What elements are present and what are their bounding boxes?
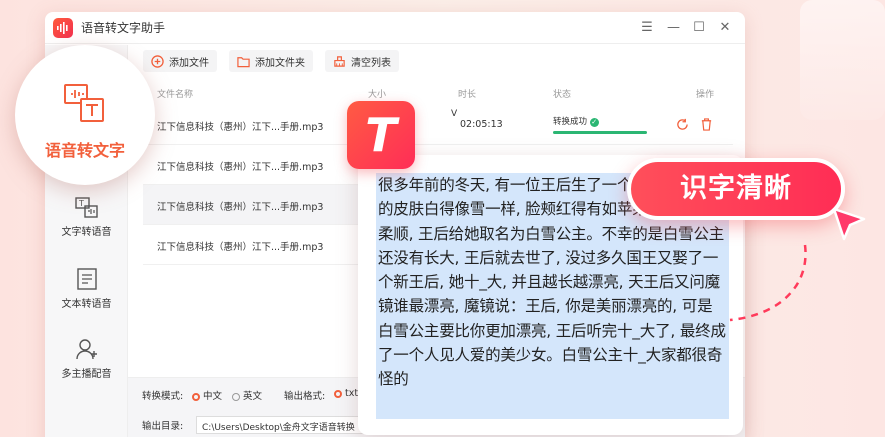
clear-list-label: 清空列表 (351, 57, 391, 69)
sidebar-item-label: 多主播配音 (61, 369, 112, 380)
file-name: 江下信息科技（惠州）江下...手册.mp3 (157, 122, 324, 133)
format-txt-radio[interactable]: txt (334, 388, 358, 399)
speech-to-text-icon (64, 84, 104, 122)
clear-list-button[interactable]: 清空列表 (325, 50, 399, 72)
refresh-icon[interactable] (676, 118, 689, 131)
table-row[interactable]: 江下信息科技（惠州）江下...手册.mp3 V 02:05:13 转换成功 ✓ (143, 105, 733, 145)
trash-icon[interactable] (700, 118, 713, 131)
plus-circle-icon (151, 54, 164, 68)
folder-icon (237, 56, 250, 67)
sidebar-item-label: 文本转语音 (61, 299, 112, 310)
text-to-speech-icon: T (74, 197, 98, 218)
maximize-icon[interactable]: ☐ (693, 20, 705, 35)
clear-recognition-badge: 识字清晰 (627, 158, 845, 220)
sidebar-item-text-to-speech[interactable]: T 文字转语音 (45, 197, 128, 238)
minimize-icon[interactable]: — (667, 20, 680, 35)
app-title: 语音转文字助手 (81, 21, 166, 35)
dir-label: 输出目录: (142, 421, 184, 432)
background-decoration (800, 0, 885, 120)
sidebar-item-multi-voice[interactable]: 多主播配音 (45, 337, 128, 380)
col-name: 文件名称 (157, 90, 194, 100)
col-status: 状态 (553, 90, 572, 100)
file-size: V (451, 109, 458, 119)
col-duration: 时长 (458, 90, 477, 100)
t-logo-icon: T (347, 101, 415, 169)
svg-text:T: T (78, 199, 84, 208)
file-name: 江下信息科技（惠州）江下...手册.mp3 (157, 242, 324, 253)
cursor-arrow-icon (832, 207, 866, 241)
check-icon: ✓ (589, 118, 599, 127)
broom-icon (334, 55, 345, 67)
title-bar: 语音转文字助手 ☰ — ☐ ✕ (45, 12, 745, 44)
table-header: 文件名称 大小 时长 状态 操作 (143, 85, 733, 103)
mode-zh-radio[interactable]: 中文 (192, 388, 222, 402)
close-icon[interactable]: ✕ (719, 20, 731, 35)
file-name: 江下信息科技（惠州）江下...手册.mp3 (157, 202, 324, 213)
sidebar-item-doc-to-speech[interactable]: 文本转语音 (45, 267, 128, 310)
mode-label: 转换模式: (142, 391, 184, 402)
output-dir-input[interactable]: C:\Users\Desktop\金舟文字语音转换 (196, 416, 376, 434)
add-file-button[interactable]: 添加文件 (143, 50, 217, 72)
toolbar: 添加文件 添加文件夹 清空列表 (143, 50, 399, 72)
add-file-label: 添加文件 (169, 57, 209, 69)
col-size: 大小 (368, 90, 387, 100)
menu-icon[interactable]: ☰ (641, 20, 653, 35)
progress-bar (553, 131, 647, 134)
format-label: 输出格式: (284, 391, 326, 402)
file-duration: 02:05:13 (460, 119, 503, 130)
mode-en-radio[interactable]: 英文 (232, 388, 262, 402)
col-actions: 操作 (696, 90, 715, 100)
add-folder-label: 添加文件夹 (255, 57, 305, 69)
sidebar-item-label: 文字转语音 (61, 227, 112, 238)
dashed-connector (729, 244, 807, 322)
document-icon (76, 268, 97, 290)
status-text: 转换成功 ✓ (553, 117, 599, 127)
featured-speech-to-text[interactable]: 语音转文字 (15, 45, 155, 185)
app-logo-icon (53, 17, 73, 38)
file-name: 江下信息科技（惠州）江下...手册.mp3 (157, 162, 324, 173)
featured-label: 语音转文字 (44, 141, 125, 160)
user-plus-icon (75, 339, 97, 360)
add-folder-button[interactable]: 添加文件夹 (229, 50, 313, 72)
